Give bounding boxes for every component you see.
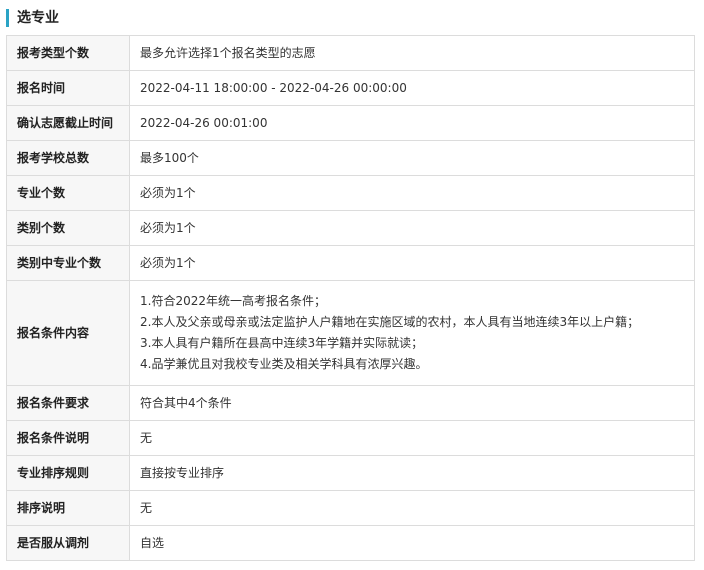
row-value: 最多100个 bbox=[129, 140, 695, 176]
row-label: 报名时间 bbox=[6, 70, 130, 106]
conditions-list: 1.符合2022年统一高考报名条件； 2.本人及父亲或母亲或法定监护人户籍地在实… bbox=[129, 280, 695, 386]
row-label: 专业排序规则 bbox=[6, 455, 130, 491]
row-label: 报名条件说明 bbox=[6, 420, 130, 456]
section-header: 选专业 bbox=[6, 8, 59, 28]
row-label: 报考学校总数 bbox=[6, 140, 130, 176]
section-title: 选专业 bbox=[17, 10, 59, 26]
table-row: 专业排序规则 直接按专业排序 bbox=[6, 455, 695, 491]
info-table: 报考类型个数 最多允许选择1个报名类型的志愿 报名时间 2022-04-11 1… bbox=[6, 35, 695, 561]
row-label: 排序说明 bbox=[6, 490, 130, 526]
row-value: 必须为1个 bbox=[129, 175, 695, 211]
row-value: 2022-04-11 18:00:00 - 2022-04-26 00:00:0… bbox=[129, 70, 695, 106]
section-accent-bar bbox=[6, 9, 9, 27]
row-value: 无 bbox=[129, 420, 695, 456]
table-row-conditions: 报名条件内容 1.符合2022年统一高考报名条件； 2.本人及父亲或母亲或法定监… bbox=[6, 280, 695, 386]
row-label: 专业个数 bbox=[6, 175, 130, 211]
row-label: 类别中专业个数 bbox=[6, 245, 130, 281]
row-label: 报考类型个数 bbox=[6, 35, 130, 71]
row-label: 是否服从调剂 bbox=[6, 525, 130, 561]
row-value: 2022-04-26 00:01:00 bbox=[129, 105, 695, 141]
table-row: 排序说明 无 bbox=[6, 490, 695, 526]
table-row: 类别中专业个数 必须为1个 bbox=[6, 245, 695, 281]
row-label: 报名条件内容 bbox=[6, 280, 130, 386]
table-row: 报考类型个数 最多允许选择1个报名类型的志愿 bbox=[6, 35, 695, 71]
row-value: 必须为1个 bbox=[129, 210, 695, 246]
table-row: 是否服从调剂 自选 bbox=[6, 525, 695, 561]
row-value: 直接按专业排序 bbox=[129, 455, 695, 491]
table-row: 类别个数 必须为1个 bbox=[6, 210, 695, 246]
row-label: 报名条件要求 bbox=[6, 385, 130, 421]
table-row: 专业个数 必须为1个 bbox=[6, 175, 695, 211]
table-row: 报名时间 2022-04-11 18:00:00 - 2022-04-26 00… bbox=[6, 70, 695, 106]
row-label: 类别个数 bbox=[6, 210, 130, 246]
row-value: 自选 bbox=[129, 525, 695, 561]
table-row: 报名条件要求 符合其中4个条件 bbox=[6, 385, 695, 421]
row-value: 无 bbox=[129, 490, 695, 526]
row-value: 最多允许选择1个报名类型的志愿 bbox=[129, 35, 695, 71]
condition-item: 2.本人及父亲或母亲或法定监护人户籍地在实施区域的农村，本人具有当地连续3年以上… bbox=[140, 315, 640, 329]
row-value: 必须为1个 bbox=[129, 245, 695, 281]
table-row: 报名条件说明 无 bbox=[6, 420, 695, 456]
table-row: 确认志愿截止时间 2022-04-26 00:01:00 bbox=[6, 105, 695, 141]
condition-item: 1.符合2022年统一高考报名条件； bbox=[140, 294, 326, 308]
row-value: 符合其中4个条件 bbox=[129, 385, 695, 421]
table-row: 报考学校总数 最多100个 bbox=[6, 140, 695, 176]
condition-item: 3.本人具有户籍所在县高中连续3年学籍并实际就读； bbox=[140, 336, 424, 350]
row-label: 确认志愿截止时间 bbox=[6, 105, 130, 141]
condition-item: 4.品学兼优且对我校专业类及相关学科具有浓厚兴趣。 bbox=[140, 357, 428, 371]
